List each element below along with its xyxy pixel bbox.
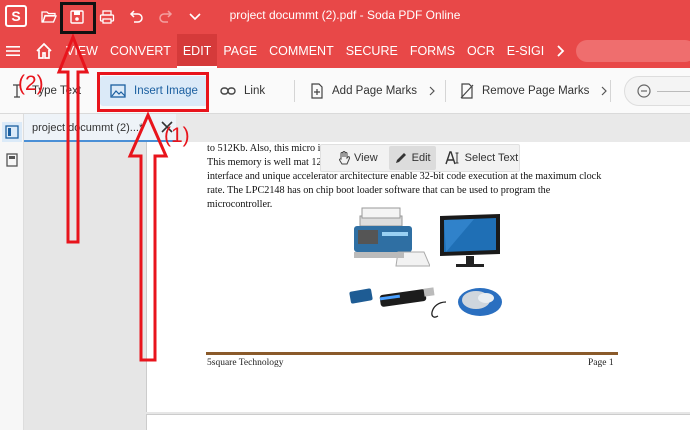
footer-page-number: Page 1 [588, 358, 614, 368]
document-line: rate. The LPC2148 has on chip boot loade… [207, 185, 551, 196]
remove-page-marks-button[interactable]: Remove Page Marks [460, 76, 608, 106]
tab-secure[interactable]: SECURE [340, 34, 404, 68]
footer-left-text: 5square Technology [207, 358, 284, 368]
annotation-arrow-2 [56, 34, 90, 244]
menu-bar: VIEW CONVERT EDIT PAGE COMMENT SECURE FORMS OCR… [0, 34, 690, 68]
chevron-right-icon [429, 86, 435, 96]
chevron-right-icon[interactable] [554, 44, 568, 58]
link-button[interactable]: Link [220, 76, 265, 106]
tab-forms[interactable]: FORMS [404, 34, 461, 68]
add-page-marks-button[interactable]: Add Page Marks [310, 76, 435, 106]
link-icon [220, 87, 236, 95]
tab-ocr[interactable]: OCR [461, 34, 501, 68]
zoom-control[interactable] [624, 76, 690, 106]
remove-page-marks-icon [460, 83, 474, 99]
annotation-arrow-1 [127, 112, 169, 362]
bookmarks-panel-icon[interactable] [2, 150, 22, 170]
home-icon[interactable] [34, 41, 54, 61]
document-line: interface and unique accelerator archite… [207, 171, 602, 182]
mouse-image [431, 288, 502, 318]
toolbar-separator [294, 80, 295, 102]
add-page-marks-icon [311, 83, 323, 99]
select-text-icon [444, 151, 459, 165]
tab-convert[interactable]: CONVERT [104, 34, 177, 68]
zoom-slider[interactable] [657, 91, 690, 92]
pencil-icon [395, 153, 406, 163]
mode-bar: View Edit Select Text [320, 144, 520, 172]
tab-edit[interactable]: EDIT [176, 34, 218, 68]
menu-tabs: VIEW CONVERT EDIT PAGE COMMENT SECURE FORMS OCR… [60, 34, 550, 68]
toolbar-separator [610, 80, 611, 102]
chevron-right-icon [601, 86, 608, 96]
usb-drive-image [349, 287, 435, 307]
zoom-out-icon[interactable] [637, 84, 651, 98]
window-title: project docummt (2).pdf - Soda PDF Onlin… [229, 8, 461, 22]
annotation-label-1: (1) [164, 124, 190, 147]
link-label: Link [244, 85, 266, 97]
tab-comment[interactable]: COMMENT [263, 34, 340, 68]
highlight-box-insert-image [97, 72, 209, 112]
soda-pdf-app: S project docummt (2).pdf - Soda PDF Onl… [0, 0, 690, 430]
title-bar: S project docummt (2).pdf - Soda PDF Onl… [0, 0, 690, 34]
highlight-box-save [60, 2, 96, 34]
footer-rule [206, 352, 618, 355]
select-text-mode-label: Select Text [464, 152, 519, 164]
hamburger-menu-icon[interactable] [6, 44, 20, 58]
pdf-page-next [146, 414, 690, 430]
add-page-marks-label: Add Page Marks [332, 85, 418, 97]
thumbnails-panel-icon[interactable] [2, 122, 22, 142]
remove-page-marks-label: Remove Page Marks [482, 85, 590, 97]
toolbar-separator [445, 80, 446, 102]
search-input[interactable] [576, 40, 690, 62]
tab-esign[interactable]: E-SIGI [501, 34, 551, 68]
edit-mode-button[interactable]: Edit [388, 146, 436, 170]
edit-mode-label: Edit [411, 152, 431, 164]
monitor-image [440, 214, 500, 267]
view-mode-label: View [354, 152, 378, 164]
printer-image [354, 207, 430, 267]
tab-page[interactable]: PAGE [217, 34, 263, 68]
select-text-mode-button[interactable]: Select Text [440, 146, 524, 170]
view-mode-button[interactable]: View [333, 146, 383, 170]
hand-icon [339, 151, 350, 165]
annotation-label-2: (2) [18, 72, 44, 95]
left-side-panel [0, 114, 24, 430]
